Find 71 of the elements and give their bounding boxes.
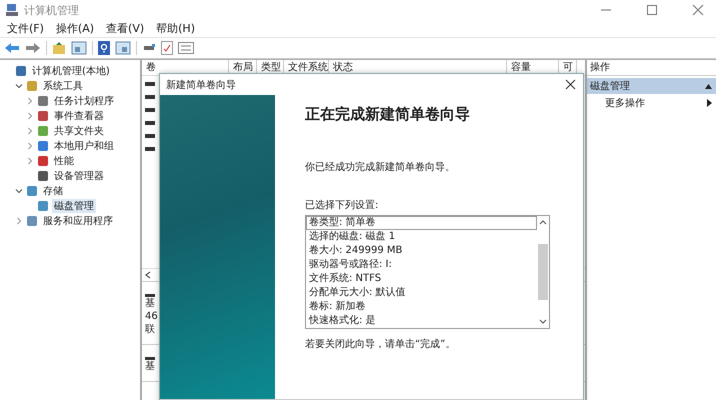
- wizard-footer-text: 若要关闭此向导，请单击“完成”。: [305, 338, 456, 351]
- tree-item[interactable]: 系统工具: [41, 78, 85, 92]
- pane-icon[interactable]: [71, 41, 87, 55]
- checklist-icon[interactable]: [161, 41, 173, 55]
- tree-node-icon: [37, 200, 49, 212]
- menu-item[interactable]: 文件(F): [7, 21, 44, 36]
- forward-arrow-icon[interactable]: [25, 41, 41, 55]
- tree-item[interactable]: 服务和应用程序: [41, 214, 115, 228]
- wizard-heading: 正在完成新建简单卷向导: [305, 105, 471, 124]
- tree-item[interactable]: 性能: [52, 154, 76, 168]
- dialog-title: 新建简单卷向导: [166, 78, 236, 92]
- tree-node-icon: [26, 80, 38, 92]
- tree-node-icon: [26, 214, 38, 226]
- settings-list-item[interactable]: 卷标: 新加卷: [306, 300, 537, 314]
- menu-item[interactable]: 操作(A): [56, 21, 94, 36]
- chevron-right-icon[interactable]: [26, 112, 34, 120]
- menu-item[interactable]: 帮助(H): [156, 21, 195, 36]
- computer-management-icon: [5, 3, 19, 17]
- tree-node-icon: [37, 124, 49, 136]
- chevron-down-icon[interactable]: [15, 82, 23, 90]
- settings-list-item[interactable]: 卷大小: 249999 MB: [306, 244, 537, 258]
- settings-list-item[interactable]: 文件系统: NTFS: [306, 272, 537, 286]
- submenu-arrow-icon[interactable]: [707, 99, 712, 107]
- chevron-right-icon[interactable]: [15, 216, 23, 224]
- tree-node-icon: [37, 110, 49, 122]
- tree-node-icon: [37, 154, 49, 166]
- settings-list-item[interactable]: 驱动器号或路径: I:: [306, 258, 537, 272]
- tree-node-icon: [15, 64, 27, 76]
- settings-label: 已选择下列设置:: [305, 198, 380, 212]
- chevron-right-icon[interactable]: [26, 142, 34, 150]
- tree-item[interactable]: 共享文件夹: [52, 124, 106, 138]
- tree-item[interactable]: 设备管理器: [52, 168, 106, 182]
- actions-header: 操作: [587, 60, 716, 76]
- window-title: 计算机管理: [24, 2, 79, 18]
- chevron-right-icon[interactable]: [26, 156, 34, 164]
- scroll-down-icon[interactable]: [539, 319, 547, 325]
- chevron-down-icon[interactable]: [15, 186, 23, 194]
- settings-list-item[interactable]: 选择的磁盘: 磁盘 1: [306, 230, 537, 244]
- close-icon[interactable]: [565, 79, 576, 90]
- disk-info-text: 基: [145, 360, 155, 373]
- chevron-right-icon[interactable]: [26, 126, 34, 134]
- maximize-icon[interactable]: [646, 4, 658, 16]
- tree-node-icon: [37, 170, 49, 182]
- action-item[interactable]: 更多操作: [605, 96, 645, 110]
- chevron-right-icon[interactable]: [26, 96, 34, 104]
- tree-item[interactable]: 本地用户和组: [52, 138, 116, 152]
- wizard-intro-text: 你已经成功完成新建简单卷向导。: [305, 160, 456, 174]
- properties-icon[interactable]: [178, 41, 194, 55]
- disk-info-text: 基: [145, 297, 155, 310]
- scroll-up-icon[interactable]: [539, 219, 547, 225]
- settings-list-item[interactable]: 分配单元大小: 默认值: [306, 286, 537, 300]
- tree-item[interactable]: 任务计划程序: [52, 94, 116, 108]
- tree-item[interactable]: 存储: [41, 184, 65, 198]
- menu-item[interactable]: 查看(V): [106, 21, 144, 36]
- disk-info-text: 46: [145, 310, 158, 323]
- actions-section-header[interactable]: 磁盘管理: [587, 78, 716, 94]
- pane-icon[interactable]: [115, 41, 131, 55]
- back-arrow-icon[interactable]: [4, 41, 20, 55]
- disk-info-text: 联: [145, 323, 155, 336]
- tree-item[interactable]: 计算机管理(本地): [30, 64, 112, 78]
- tree-node-icon: [37, 94, 49, 106]
- scroll-left-icon[interactable]: [145, 271, 151, 279]
- tree-item[interactable]: 事件查看器: [52, 108, 106, 122]
- tree-node-icon: [37, 140, 49, 152]
- tree-node-icon: [26, 184, 38, 196]
- collapse-up-icon[interactable]: [705, 84, 712, 88]
- settings-list[interactable]: 卷类型: 简单卷 选择的磁盘: 磁盘 1 卷大小: 249999 MB 驱动器号或路径: I: 文件系统: NTFS 分配单元大小: 默认值 卷标: 新加卷 快速格式化: 是: [305, 215, 550, 329]
- tree-item[interactable]: 磁盘管理: [52, 198, 96, 212]
- folder-up-icon[interactable]: [52, 41, 66, 55]
- settings-list-item[interactable]: 卷类型: 简单卷: [306, 216, 537, 230]
- settings-list-item[interactable]: 快速格式化: 是: [306, 314, 537, 328]
